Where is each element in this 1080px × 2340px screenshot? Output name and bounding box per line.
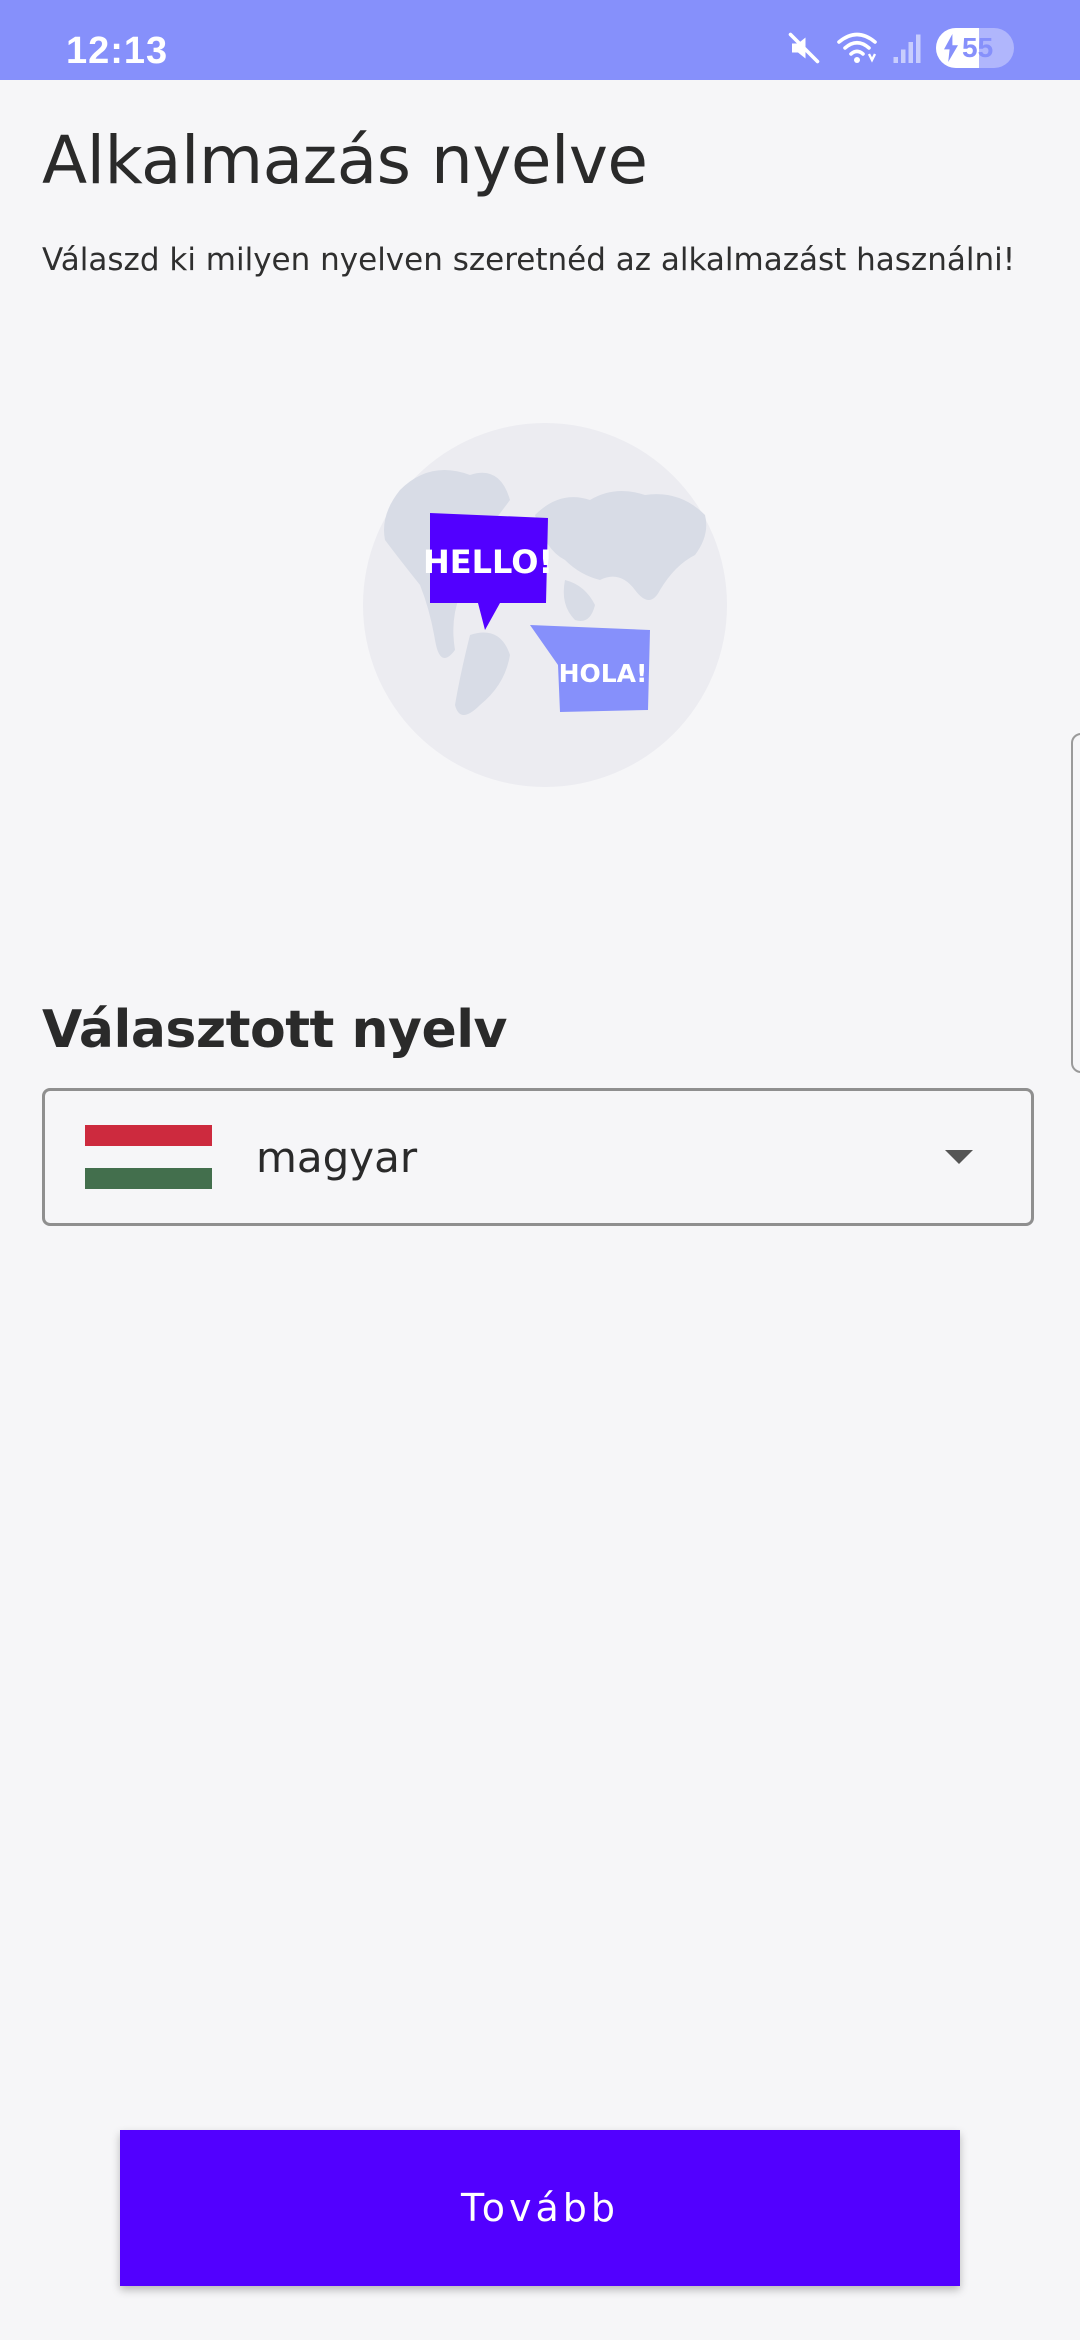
hello-bubble-text: HELLO! — [423, 543, 553, 581]
status-icons: 55 — [786, 28, 1014, 68]
status-bar: 12:13 55 — [0, 0, 1080, 80]
language-dropdown[interactable]: magyar — [42, 1088, 1034, 1226]
page-title: Alkalmazás nyelve — [42, 122, 648, 199]
page-subtitle: Válaszd ki milyen nyelven szeretnéd az a… — [42, 242, 1016, 278]
signal-icon — [893, 34, 921, 63]
globe-illustration: HELLO! HOLA! — [363, 423, 727, 787]
status-time: 12:13 — [66, 30, 169, 72]
dropdown-arrow-icon — [945, 1150, 973, 1164]
battery-icon: 55 — [936, 28, 1014, 68]
continue-button[interactable]: Tovább — [120, 2130, 960, 2286]
selected-language-heading: Választott nyelv — [42, 1000, 507, 1060]
battery-level: 55 — [962, 32, 994, 63]
side-panel-handle[interactable] — [1071, 733, 1080, 1073]
mute-icon — [788, 32, 820, 64]
selected-language-label: magyar — [256, 1132, 418, 1182]
hungarian-flag-icon — [85, 1125, 212, 1189]
charging-bolt-icon — [944, 34, 958, 62]
wifi-icon — [837, 32, 877, 63]
hola-bubble-text: HOLA! — [559, 659, 648, 688]
